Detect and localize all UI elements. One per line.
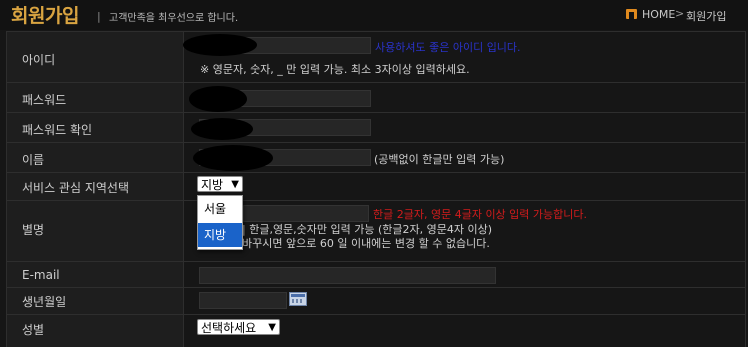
row-name: 이름 (공백없이 한글만 입력 가능) [7, 143, 745, 173]
page-header: 회원가입 | 고객만족을 최우선으로 합니다. HOME > 회원가입 [0, 0, 748, 30]
password-confirm-label: 패스워드 확인 [22, 123, 93, 137]
region-select-value: 지방 [201, 178, 224, 192]
gender-label: 성별 [22, 323, 45, 337]
chevron-down-icon: ▼ [231, 179, 239, 190]
region-dropdown-list: 서울 지방 [197, 195, 243, 250]
nickname-label: 별명 [22, 223, 45, 237]
redaction-mark [183, 34, 257, 56]
label-cell: E-mail [7, 262, 184, 287]
email-label: E-mail [22, 268, 60, 282]
calendar-icon[interactable] [289, 292, 307, 306]
label-cell: 아이디 [7, 32, 184, 82]
label-cell: 서비스 관심 지역선택 [7, 173, 184, 200]
redaction-mark [191, 118, 253, 140]
name-label: 이름 [22, 153, 45, 167]
email-input[interactable] [199, 267, 496, 284]
row-gender: 성별 [7, 315, 745, 347]
label-cell: 별명 [7, 201, 184, 261]
birthdate-input[interactable] [199, 292, 287, 309]
region-option-seoul[interactable]: 서울 [198, 197, 242, 221]
home-icon[interactable] [626, 9, 637, 19]
label-cell: 패스워드 확인 [7, 113, 184, 142]
region-label: 서비스 관심 지역선택 [22, 181, 129, 195]
title-separator: | [97, 10, 101, 23]
label-cell: 이름 [7, 143, 184, 172]
birthdate-label: 생년월일 [22, 295, 67, 309]
row-region: 서비스 관심 지역선택 [7, 173, 745, 201]
row-password-confirm: 패스워드 확인 [7, 113, 745, 143]
breadcrumb-current: 회원가입 [686, 10, 727, 23]
nickname-change-note: 바꾸시면 앞으로 60 일 이내에는 변경 할 수 없습니다. [242, 237, 490, 250]
row-birthdate: 생년월일 [7, 288, 745, 315]
row-email: E-mail [7, 262, 745, 288]
redaction-mark [189, 86, 247, 112]
nickname-warning: 한글 2글자, 영문 4글자 이상 입력 가능합니다. [373, 208, 588, 221]
row-id: 아이디 사용하셔도 좋은 아이디 입니다. ※ 영문자, 숫자, _ 만 입력 … [7, 32, 745, 83]
page-subtitle: 고객만족을 최우선으로 합니다. [109, 13, 239, 24]
password-label: 패스워드 [22, 93, 67, 107]
gender-select-value: 선택하세요 [201, 321, 257, 335]
breadcrumb-separator: > [675, 7, 685, 20]
id-note: ※ 영문자, 숫자, _ 만 입력 가능. 최소 3자이상 입력하세요. [200, 63, 470, 76]
nickname-input[interactable] [243, 205, 369, 222]
id-label: 아이디 [22, 53, 56, 67]
label-cell: 패스워드 [7, 83, 184, 112]
redaction-mark [193, 145, 273, 171]
breadcrumb-home[interactable]: HOME [642, 8, 675, 21]
signup-form: 아이디 사용하셔도 좋은 아이디 입니다. ※ 영문자, 숫자, _ 만 입력 … [6, 31, 746, 347]
name-note: (공백없이 한글만 입력 가능) [374, 153, 505, 166]
row-nickname: 별명 한글 2글자, 영문 4글자 이상 입력 가능합니다. | 한글,영문,숫… [7, 201, 745, 262]
gender-select[interactable]: 선택하세요 ▼ [197, 319, 280, 335]
row-password: 패스워드 [7, 83, 745, 113]
label-cell: 성별 [7, 315, 184, 347]
region-select[interactable]: 지방 ▼ [197, 176, 243, 192]
region-option-jibang[interactable]: 지방 [198, 223, 242, 247]
id-status: 사용하셔도 좋은 아이디 입니다. [375, 41, 521, 54]
label-cell: 생년월일 [7, 288, 184, 314]
page-title: 회원가입 [11, 5, 79, 27]
chevron-down-icon: ▼ [268, 322, 276, 333]
